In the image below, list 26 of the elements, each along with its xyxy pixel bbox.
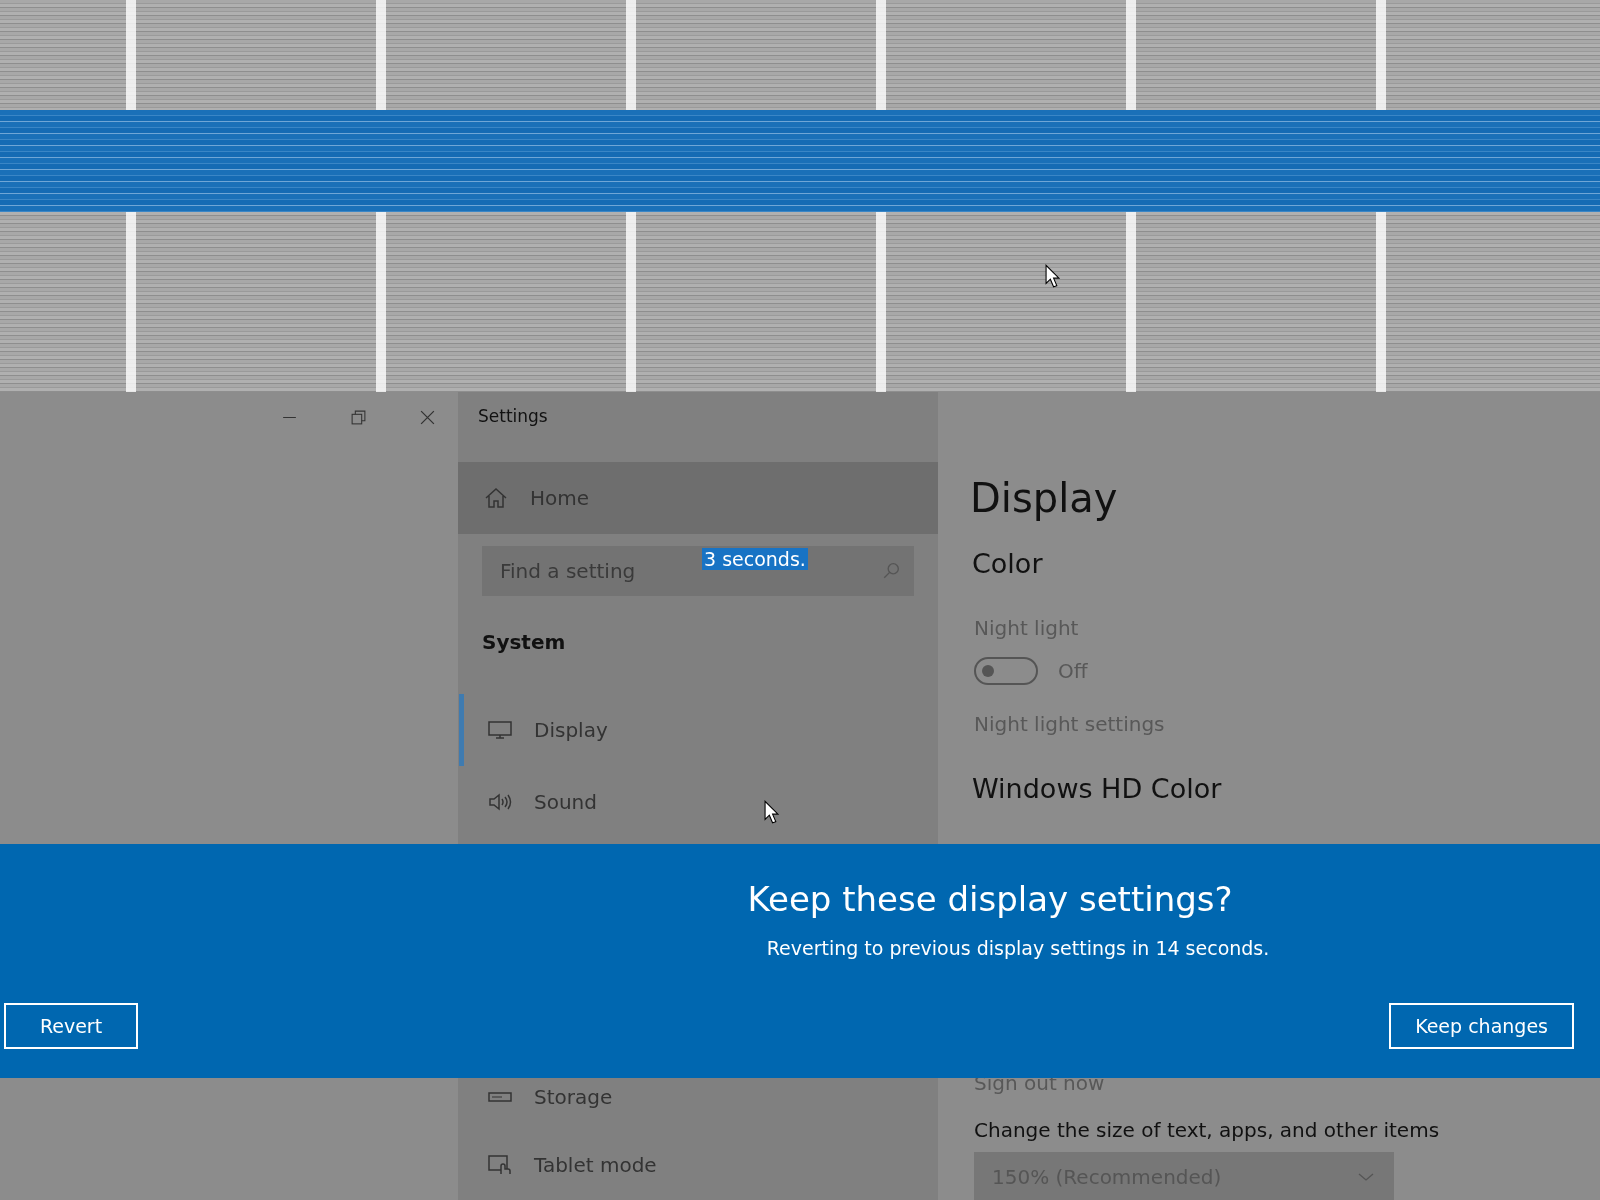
tablet-icon bbox=[488, 1154, 512, 1176]
banner-title: Keep these display settings? bbox=[747, 879, 1233, 919]
section-heading: Windows HD Color bbox=[972, 773, 1223, 804]
selected-text: 3 seconds. bbox=[702, 548, 808, 570]
section-heading: System bbox=[481, 629, 567, 654]
banner-button[interactable]: Keep changes bbox=[1389, 1003, 1574, 1049]
close-icon[interactable] bbox=[419, 409, 436, 426]
speaker-icon bbox=[488, 791, 512, 813]
home-icon bbox=[484, 487, 508, 509]
page-title: Display bbox=[970, 475, 1119, 521]
cursor-icon bbox=[764, 800, 779, 824]
toggle-switch[interactable] bbox=[974, 657, 1038, 685]
chevron-icon bbox=[1358, 1172, 1374, 1182]
window-title: Settings bbox=[477, 405, 549, 428]
monitor-icon bbox=[488, 719, 512, 741]
setting-label: Change the size of text, apps, and other items bbox=[974, 1118, 1441, 1142]
banner-message: Reverting to previous display settings in 14 seconds. bbox=[766, 937, 1270, 959]
nav-item[interactable]: Tablet mode bbox=[459, 1153, 938, 1177]
cursor-icon bbox=[1045, 264, 1060, 288]
restore-icon[interactable] bbox=[350, 409, 367, 426]
search-icon bbox=[882, 562, 900, 580]
banner-button[interactable]: Revert bbox=[4, 1003, 138, 1049]
home-nav-item[interactable]: Home bbox=[458, 462, 938, 534]
section-heading: Color bbox=[972, 548, 1044, 579]
nav-item[interactable]: Sound bbox=[459, 766, 938, 838]
nav-item[interactable]: Storage bbox=[459, 1085, 938, 1109]
